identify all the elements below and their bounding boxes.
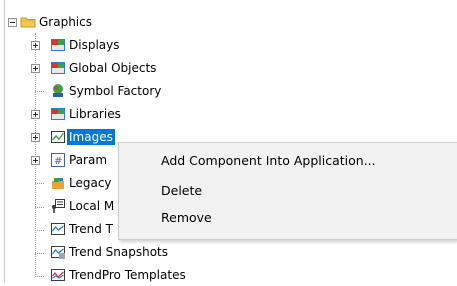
tree-item-label: Trend Snapshots: [69, 245, 169, 259]
tree-item-local-messages[interactable]: Local M: [50, 196, 118, 216]
tree-item-label: Legacy: [69, 176, 112, 190]
tree-guide-line: [35, 207, 44, 208]
tree-item-label: Param: [69, 153, 108, 167]
tree-item-label: Libraries: [69, 107, 121, 121]
menu-item-remove[interactable]: Remove: [161, 207, 212, 229]
local-messages-icon: [50, 198, 66, 214]
tree-expand-toggle[interactable]: [31, 156, 40, 165]
tree-item-label: Images: [67, 129, 115, 145]
tree-item-label: Local M: [69, 199, 115, 213]
global-objects-icon: [50, 60, 66, 76]
tree-expand-toggle[interactable]: [31, 133, 40, 142]
tree-item-label: Trend T: [69, 222, 113, 236]
left-frame-border: [4, 0, 5, 282]
menu-item-add-component[interactable]: Add Component Into Application...: [161, 150, 376, 172]
svg-text:#: #: [54, 156, 62, 167]
folder-icon: [20, 14, 36, 30]
tree-expand-toggle[interactable]: [31, 41, 40, 50]
tree-item-legacy[interactable]: Legacy: [50, 173, 118, 193]
tree-item-displays[interactable]: Displays: [50, 35, 190, 55]
tree-item-label: TrendPro Templates: [69, 268, 186, 282]
tree-guide-line: [35, 253, 44, 254]
displays-icon: [50, 37, 66, 53]
trend-templates-icon: [50, 221, 66, 237]
tree-guide-line: [35, 91, 44, 92]
tree-item-symbol-factory[interactable]: Symbol Factory: [50, 81, 210, 101]
tree-guide-line: [35, 183, 44, 184]
symbol-factory-icon: [50, 83, 66, 99]
tree-item-libraries[interactable]: Libraries: [50, 104, 190, 124]
tree-collapse-toggle[interactable]: [8, 18, 17, 27]
tree-item-graphics[interactable]: Graphics: [20, 12, 140, 32]
trendpro-templates-icon: [50, 267, 66, 283]
menu-item-delete[interactable]: Delete: [161, 180, 202, 202]
tree-item-trendpro-templates[interactable]: TrendPro Templates: [50, 265, 240, 285]
tree-guide-line: [35, 276, 44, 277]
tree-item-label: Graphics: [39, 15, 92, 29]
images-icon: [50, 129, 66, 145]
tree-item-label: Global Objects: [69, 61, 157, 75]
tree-item-trend-snapshots[interactable]: Trend Snapshots: [50, 242, 220, 262]
tree-item-global-objects[interactable]: Global Objects: [50, 58, 210, 78]
context-menu: Add Component Into Application... Delete…: [118, 142, 457, 240]
tree-guide-line: [35, 230, 44, 231]
tree-item-label: Symbol Factory: [69, 84, 162, 98]
tree-expand-toggle[interactable]: [31, 110, 40, 119]
libraries-icon: [50, 106, 66, 122]
tree-item-parameters[interactable]: # Param: [50, 150, 118, 170]
tree-expand-toggle[interactable]: [31, 64, 40, 73]
tree-item-trend-templates[interactable]: Trend T: [50, 219, 118, 239]
legacy-icon: [50, 175, 66, 191]
tree-item-label: Displays: [69, 38, 120, 52]
trend-snapshots-icon: [50, 244, 66, 260]
parameters-icon: #: [50, 152, 66, 168]
